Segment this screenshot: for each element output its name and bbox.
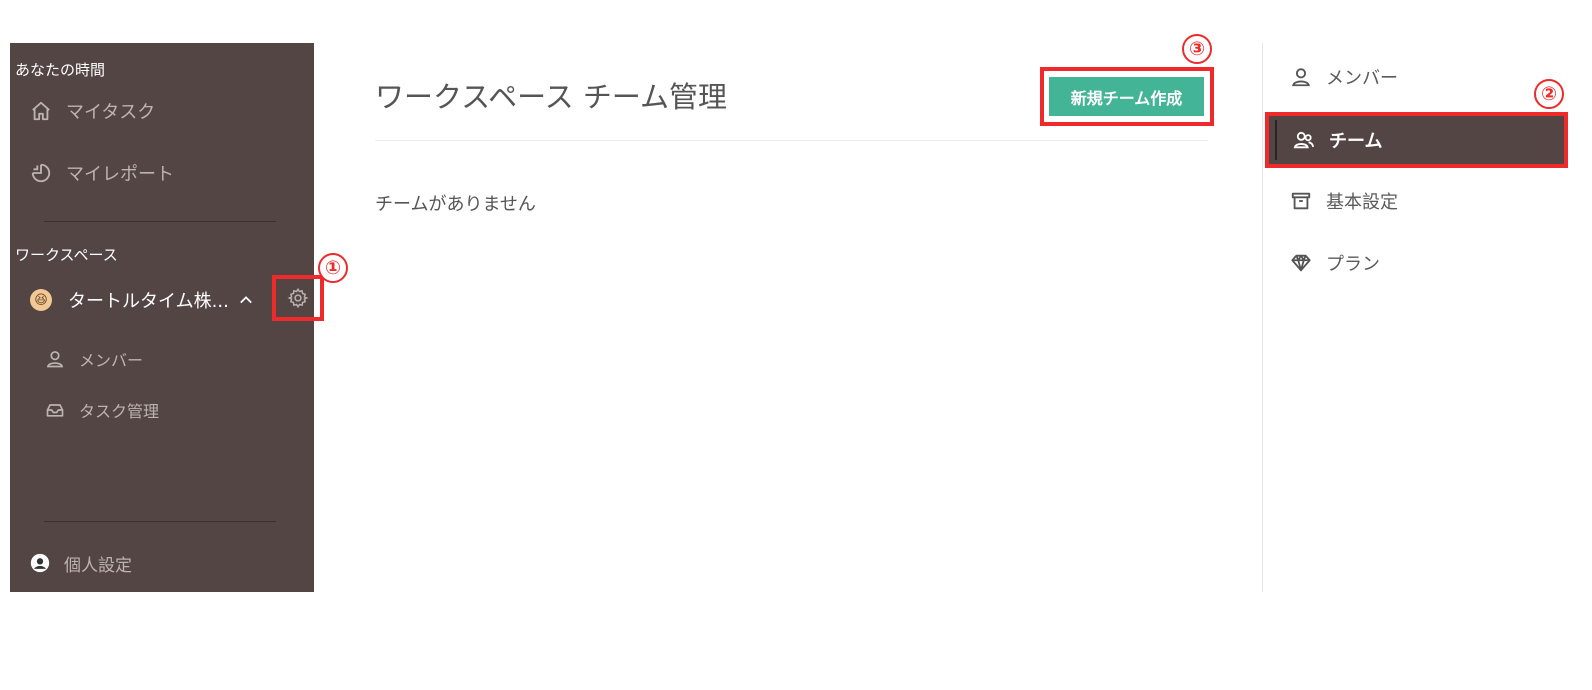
sidebar-item-label: マイタスク	[66, 102, 156, 123]
diamond-icon	[1290, 252, 1312, 274]
sidebar-subitem-label: メンバー	[79, 351, 144, 370]
workspace-emoji-icon: 😆	[30, 289, 52, 311]
workspace-row: 😆 タートルタイム株...	[30, 275, 324, 321]
right-nav-label: プラン	[1326, 254, 1380, 275]
workspace-heading: ワークスペース	[15, 246, 118, 264]
sidebar-divider	[44, 221, 276, 222]
create-team-highlight: 新規チーム作成	[1040, 67, 1214, 126]
right-nav-border	[1262, 43, 1263, 592]
gear-icon	[287, 287, 309, 309]
sidebar-item-label: マイレポート	[66, 164, 174, 185]
app-title: あなたの時間	[15, 61, 106, 79]
sidebar-subitem-members[interactable]: メンバー	[45, 345, 143, 373]
annotation-marker-1: ①	[318, 253, 348, 283]
pie-chart-icon	[30, 162, 52, 184]
workspace-settings-button[interactable]	[272, 275, 324, 321]
right-nav-basic-settings[interactable]: 基本設定	[1290, 185, 1398, 217]
page-title: ワークスペース チーム管理	[375, 80, 727, 114]
create-team-button[interactable]: 新規チーム作成	[1049, 77, 1204, 116]
main-divider	[375, 140, 1208, 141]
sidebar-item-my-tasks[interactable]: マイタスク	[30, 96, 155, 126]
right-nav-team[interactable]: チーム	[1275, 120, 1560, 160]
team-icon	[1293, 129, 1315, 151]
sidebar-item-my-report[interactable]: マイレポート	[30, 158, 174, 188]
chevron-up-icon[interactable]	[239, 293, 253, 307]
sidebar-item-personal-settings[interactable]: 個人設定	[30, 548, 132, 578]
right-nav-label: 基本設定	[1326, 192, 1398, 213]
home-icon	[30, 100, 52, 122]
annotation-marker-3: ③	[1182, 34, 1212, 64]
sidebar-subitem-task-management[interactable]: タスク管理	[45, 396, 159, 424]
sidebar-divider	[44, 521, 276, 522]
right-nav-label: メンバー	[1326, 68, 1398, 89]
user-icon	[1290, 66, 1312, 88]
user-circle-icon	[30, 553, 50, 573]
workspace-name[interactable]: タートルタイム株...	[68, 287, 229, 313]
right-nav-members[interactable]: メンバー	[1290, 61, 1398, 93]
sidebar-item-label: 個人設定	[64, 555, 132, 576]
sidebar-subitem-label: タスク管理	[79, 402, 160, 421]
annotation-marker-2: ②	[1534, 79, 1564, 109]
archive-icon	[1290, 190, 1312, 212]
user-icon	[45, 349, 65, 369]
inbox-icon	[45, 400, 65, 420]
right-nav-label: チーム	[1329, 131, 1383, 152]
sidebar: あなたの時間 マイタスク マイレポート ワークスペース 😆 タートルタイム株..…	[10, 43, 324, 592]
right-nav-plan[interactable]: プラン	[1290, 247, 1380, 279]
right-nav-team-highlight: チーム	[1265, 112, 1568, 168]
empty-state-message: チームがありません	[375, 194, 536, 215]
